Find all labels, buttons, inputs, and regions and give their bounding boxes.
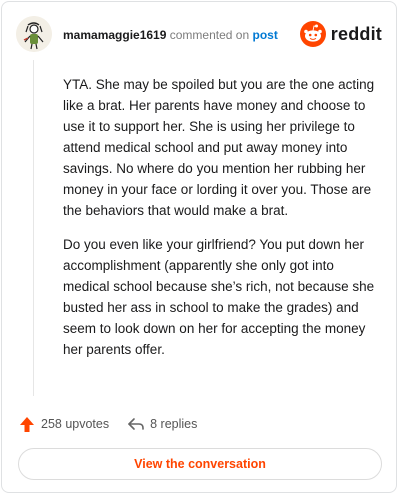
upvote-button[interactable]: 258 upvotes bbox=[18, 415, 109, 433]
comment-footer: 258 upvotes 8 replies bbox=[18, 414, 197, 434]
upvote-arrow-icon bbox=[18, 415, 36, 433]
reddit-logo[interactable]: reddit bbox=[299, 20, 382, 48]
reddit-snoo-icon bbox=[299, 21, 326, 47]
username[interactable]: mamamaggie1619 bbox=[63, 28, 166, 42]
post-link[interactable]: post bbox=[252, 28, 277, 42]
avatar-icon bbox=[16, 16, 52, 52]
view-conversation-button[interactable]: View the conversation bbox=[18, 448, 382, 480]
thread-line bbox=[33, 60, 34, 396]
reddit-wordmark: reddit bbox=[330, 23, 382, 44]
reply-count: 8 replies bbox=[150, 417, 198, 431]
action-text: commented on bbox=[169, 28, 250, 42]
comment-header: mamamaggie1619 commented on post bbox=[63, 28, 278, 42]
comment-paragraph: YTA. She may be spoiled but you are the … bbox=[63, 77, 375, 218]
avatar[interactable] bbox=[16, 16, 52, 52]
reply-arrow-icon bbox=[127, 415, 145, 433]
replies-button[interactable]: 8 replies bbox=[127, 415, 197, 433]
comment-card: mamamaggie1619 commented on post reddit … bbox=[1, 1, 397, 493]
comment-paragraph: Do you even like your girlfriend? You pu… bbox=[63, 237, 375, 357]
upvote-count: 258 upvotes bbox=[41, 417, 110, 431]
comment-body: YTA. She may be spoiled but you are the … bbox=[63, 74, 375, 373]
